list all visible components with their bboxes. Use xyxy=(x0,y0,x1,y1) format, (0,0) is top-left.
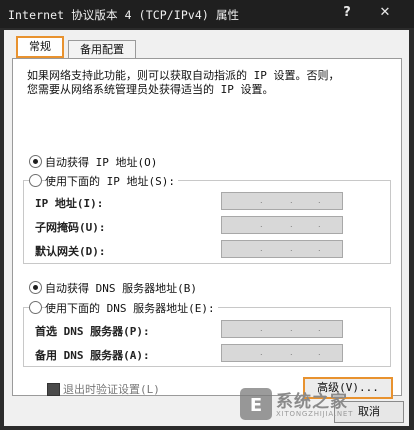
manual-dns-radio[interactable] xyxy=(29,301,42,314)
default-gateway-label: 默认网关(D): xyxy=(35,245,106,258)
window-title: Internet 协议版本 4 (TCP/IPv4) 属性 xyxy=(8,8,240,22)
validate-checkbox[interactable] xyxy=(47,383,60,396)
default-gateway-input[interactable]: ... xyxy=(221,240,343,258)
preferred-dns-label: 首选 DNS 服务器(P): xyxy=(35,325,150,338)
alternate-dns-label: 备用 DNS 服务器(A): xyxy=(35,349,150,362)
watermark-text: 系统之家 xyxy=(276,392,348,412)
description-text: 如果网络支持此功能，则可以获取自动指派的 IP 设置。否则， 您需要从网络系统管… xyxy=(27,69,387,97)
manual-ip-label[interactable]: 使用下面的 IP 地址(S): xyxy=(45,173,178,189)
ip-address-input[interactable]: ... xyxy=(221,192,343,210)
ip-address-label: IP 地址(I): xyxy=(35,197,104,210)
subnet-mask-label: 子网掩码(U): xyxy=(35,221,106,234)
title-bar: Internet 协议版本 4 (TCP/IPv4) 属性 ? ✕ xyxy=(0,0,414,28)
tab-alternate-config[interactable]: 备用配置 xyxy=(68,40,136,59)
help-button[interactable]: ? xyxy=(336,4,358,22)
manual-ip-radio[interactable] xyxy=(29,174,42,187)
svg-text:E: E xyxy=(250,395,262,416)
window-frame: Internet 协议版本 4 (TCP/IPv4) 属性 ? ✕ 常规 备用配… xyxy=(0,0,414,430)
close-button[interactable]: ✕ xyxy=(374,4,396,22)
watermark: E 系统之家 XITONGZHIJIA.NET xyxy=(236,384,406,424)
manual-dns-label[interactable]: 使用下面的 DNS 服务器地址(E): xyxy=(45,300,218,316)
auto-dns-radio[interactable] xyxy=(29,281,42,294)
description-line-2: 您需要从网络系统管理员处获得适当的 IP 设置。 xyxy=(27,83,274,96)
alternate-dns-input[interactable]: ... xyxy=(221,344,343,362)
watermark-logo-icon: E xyxy=(240,388,272,420)
auto-ip-radio[interactable] xyxy=(29,155,42,168)
tab-panel-general: 如果网络支持此功能，则可以获取自动指派的 IP 设置。否则， 您需要从网络系统管… xyxy=(12,58,402,399)
subnet-mask-input[interactable]: ... xyxy=(221,216,343,234)
description-line-1: 如果网络支持此功能，则可以获取自动指派的 IP 设置。否则， xyxy=(27,69,340,82)
tab-general[interactable]: 常规 xyxy=(16,36,64,58)
auto-ip-label[interactable]: 自动获得 IP 地址(O) xyxy=(45,154,157,170)
auto-dns-label[interactable]: 自动获得 DNS 服务器地址(B) xyxy=(45,280,197,296)
preferred-dns-input[interactable]: ... xyxy=(221,320,343,338)
dialog-body: 常规 备用配置 如果网络支持此功能，则可以获取自动指派的 IP 设置。否则， 您… xyxy=(4,30,409,426)
validate-label[interactable]: 退出时验证设置(L) xyxy=(63,381,160,397)
watermark-url: XITONGZHIJIA.NET xyxy=(276,410,354,418)
